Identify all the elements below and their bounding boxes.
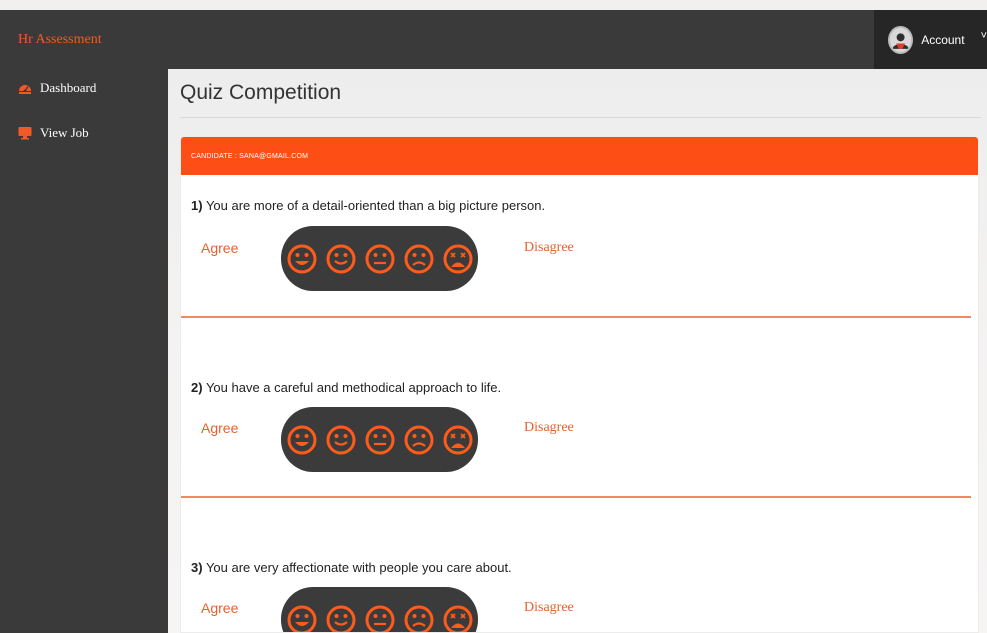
sidebar-item-label: View Job: [40, 125, 89, 140]
question-3: 3) You are very affectionate with people…: [191, 560, 512, 575]
disagree-label: Disagree: [524, 240, 574, 255]
title-divider: [180, 117, 981, 118]
quiz-card: CANDIDATE : SANA@GMAIL.COM 1) You are mo…: [180, 136, 979, 633]
question-divider: [181, 496, 971, 498]
candidate-header: CANDIDATE : SANA@GMAIL.COM: [181, 137, 978, 175]
rating-scale: [281, 587, 478, 632]
account-label: Account: [921, 32, 965, 47]
dashboard-icon: [18, 81, 32, 95]
happy-face-icon[interactable]: [323, 241, 359, 277]
sidebar-item-dashboard[interactable]: Dashboard: [0, 79, 96, 97]
account-menu[interactable]: Account ˅: [874, 10, 987, 69]
very-sad-face-icon[interactable]: [440, 422, 476, 458]
agree-label: Agree: [201, 240, 239, 256]
sad-face-icon[interactable]: [401, 422, 437, 458]
question-number: 2): [191, 380, 203, 395]
agree-label: Agree: [201, 420, 239, 436]
user-avatar-icon: [892, 32, 909, 49]
chevron-down-icon: ˅: [980, 29, 987, 42]
question-1: 1) You are more of a detail-oriented tha…: [191, 198, 545, 213]
rating-scale: [281, 407, 478, 472]
disagree-label: Disagree: [524, 600, 574, 615]
very-happy-face-icon[interactable]: [284, 602, 320, 632]
question-text: You are more of a detail-oriented than a…: [205, 198, 546, 213]
question-number: 1): [191, 198, 203, 213]
top-navbar: Hr Assessment Account ˅: [0, 10, 987, 69]
very-happy-face-icon[interactable]: [284, 422, 320, 458]
rating-scale: [281, 226, 478, 291]
main-content: Quiz Competition CANDIDATE : SANA@GMAIL.…: [168, 69, 987, 633]
sad-face-icon[interactable]: [401, 602, 437, 632]
avatar: [888, 25, 914, 54]
question-text: You have a careful and methodical approa…: [205, 380, 502, 395]
very-sad-face-icon[interactable]: [440, 602, 476, 632]
app-title[interactable]: Hr Assessment: [18, 32, 102, 48]
question-number: 3): [191, 560, 203, 575]
happy-face-icon[interactable]: [323, 422, 359, 458]
question-divider: [181, 316, 971, 318]
very-sad-face-icon[interactable]: [440, 241, 476, 277]
happy-face-icon[interactable]: [323, 602, 359, 632]
question-2: 2) You have a careful and methodical app…: [191, 380, 501, 395]
sidebar: Dashboard View Job: [0, 69, 168, 633]
neutral-face-icon[interactable]: [362, 602, 398, 632]
sidebar-item-label: Dashboard: [40, 80, 97, 95]
sidebar-item-view-job[interactable]: View Job: [0, 124, 89, 142]
question-text: You are very affectionate with people yo…: [205, 560, 512, 575]
monitor-icon: [18, 126, 32, 140]
neutral-face-icon[interactable]: [362, 241, 398, 277]
page-title: Quiz Competition: [180, 81, 342, 104]
disagree-label: Disagree: [524, 420, 574, 435]
very-happy-face-icon[interactable]: [284, 241, 320, 277]
sad-face-icon[interactable]: [401, 241, 437, 277]
agree-label: Agree: [201, 600, 239, 616]
neutral-face-icon[interactable]: [362, 422, 398, 458]
